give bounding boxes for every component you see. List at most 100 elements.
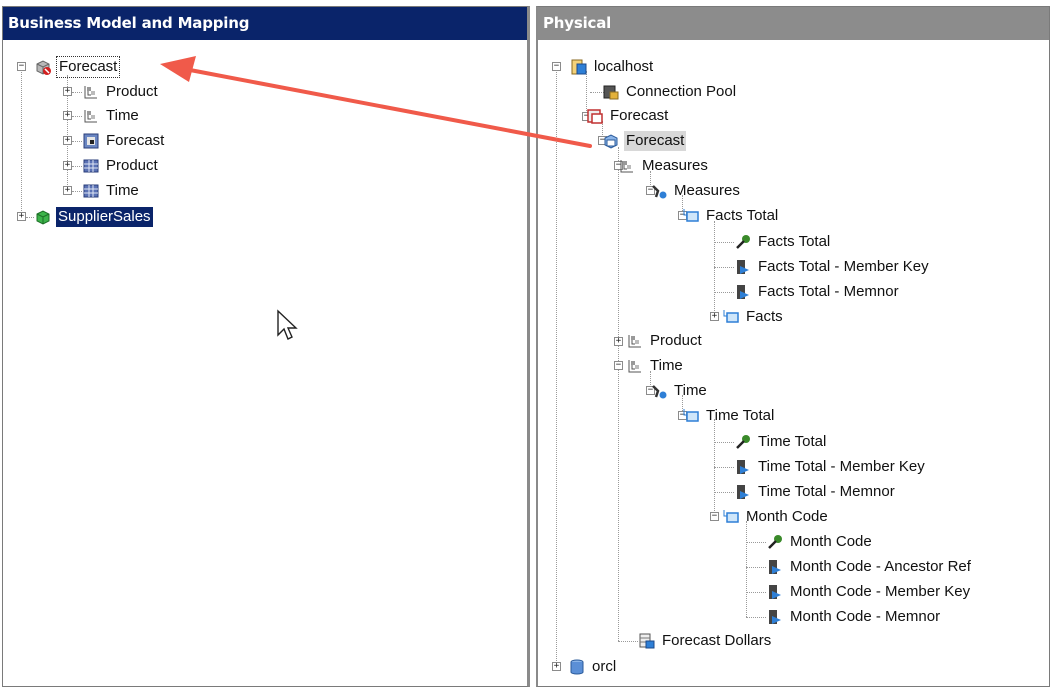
tree-item-measures-hierarchy[interactable]: Measures [650, 180, 742, 202]
dimension-icon [82, 83, 100, 101]
business-model-panel-title: Business Model and Mapping [3, 7, 527, 40]
tree-item-time-total-memnor[interactable]: Time Total - Memnor [734, 481, 897, 503]
logical-table-icon [82, 157, 100, 175]
collapse-localhost-toggle[interactable]: − [552, 62, 561, 71]
tree-item-supplier-sales[interactable]: SupplierSales [34, 206, 153, 228]
expand-time-table-toggle[interactable]: + [63, 186, 72, 195]
tree-item-label: Measures [674, 182, 740, 199]
database-server-icon [570, 58, 588, 76]
business-model-disabled-icon [34, 58, 52, 76]
tree-item-label: Product [650, 332, 702, 349]
logical-table-icon [82, 182, 100, 200]
expand-product-toggle[interactable]: + [614, 337, 623, 346]
tree-item-month-code-member-key[interactable]: Month Code - Member Key [766, 581, 972, 603]
expand-orcl-toggle[interactable]: + [552, 662, 561, 671]
expand-product-dim-toggle[interactable]: + [63, 87, 72, 96]
tree-item-localhost[interactable]: localhost [570, 56, 655, 78]
tree-item-product-dimension[interactable]: Product [626, 330, 704, 352]
tree-item-facts-total-level[interactable]: Facts Total [682, 205, 780, 227]
collapse-forecast-model-toggle[interactable]: − [17, 62, 26, 71]
tree-item-label: Time Total [706, 407, 775, 424]
tree-item-month-code-memnor[interactable]: Month Code - Memnor [766, 606, 942, 628]
tree-item-time-table[interactable]: Time [82, 180, 141, 202]
tree-item-month-code-ancestor-ref[interactable]: Month Code - Ancestor Ref [766, 556, 973, 578]
tree-item-facts-total-memnor[interactable]: Facts Total - Memnor [734, 281, 901, 303]
collapse-month-code-toggle[interactable]: − [710, 512, 719, 521]
tree-item-label: orcl [592, 658, 617, 675]
business-model-icon [34, 208, 52, 226]
cube-table-icon [638, 632, 656, 650]
column-icon [734, 483, 752, 501]
mouse-cursor-icon [277, 309, 298, 340]
dimension-icon [618, 157, 636, 175]
tree-item-facts-total-member-key[interactable]: Facts Total - Member Key [734, 256, 931, 278]
tree-item-forecast-database[interactable]: Forecast [586, 105, 670, 127]
hierarchy-icon [650, 382, 668, 400]
physical-panel-title: Physical [538, 7, 1049, 40]
tree-item-label: Time Total - Member Key [758, 458, 925, 475]
key-icon [734, 233, 752, 251]
tree-item-month-code-key[interactable]: Month Code [766, 531, 874, 553]
collapse-time-dim-toggle[interactable]: − [614, 361, 623, 370]
tree-item-time-dimension[interactable]: Time [82, 105, 141, 127]
tree-item-connection-pool[interactable]: Connection Pool [602, 81, 738, 103]
tree-item-product-table[interactable]: Product [82, 155, 160, 177]
tree-item-time-dimension[interactable]: Time [626, 355, 685, 377]
tree-item-label: Time [106, 182, 139, 199]
tree-item-label: SupplierSales [56, 207, 153, 227]
tree-item-time-total-member-key[interactable]: Time Total - Member Key [734, 456, 927, 478]
tree-item-label: Forecast Dollars [662, 632, 772, 649]
column-icon [734, 258, 752, 276]
tree-item-label: localhost [594, 58, 654, 75]
physical-panel: Physical − − − − − − + + − − − − + local… [536, 6, 1050, 687]
expand-time-dim-toggle[interactable]: + [63, 111, 72, 120]
expand-supplier-sales-toggle[interactable]: + [17, 212, 26, 221]
tree-item-label: Month Code - Ancestor Ref [790, 558, 971, 575]
tree-item-product-dimension[interactable]: Product [82, 81, 160, 103]
expand-forecast-table-toggle[interactable]: + [63, 136, 72, 145]
tree-item-time-total-level[interactable]: Time Total [682, 405, 776, 427]
tree-item-facts-total-key[interactable]: Facts Total [734, 231, 832, 253]
tree-item-label: Facts Total [706, 207, 779, 224]
tree-item-label: Facts Total [758, 233, 831, 250]
tree-item-label: Month Code [790, 533, 872, 550]
level-icon [722, 308, 740, 326]
connection-pool-icon [602, 83, 620, 101]
key-icon [734, 433, 752, 451]
tree-item-forecast-model[interactable]: Forecast [34, 56, 121, 78]
tree-item-forecast-table[interactable]: Forecast [82, 130, 166, 152]
tree-item-label: Month Code - Memnor [790, 608, 941, 625]
tree-item-label: Product [106, 157, 158, 174]
tree-item-forecast-catalog[interactable]: Forecast [602, 130, 687, 152]
tree-item-label: Facts [746, 308, 783, 325]
level-icon [682, 407, 700, 425]
tree-item-label: Forecast [56, 56, 121, 78]
tree-item-label: Facts Total - Memnor [758, 283, 899, 300]
tree-item-month-code-level[interactable]: Month Code [722, 506, 830, 528]
tree-item-time-hierarchy[interactable]: Time [650, 380, 709, 402]
column-icon [766, 583, 784, 601]
tree-item-label: Time Total [758, 433, 827, 450]
expand-product-table-toggle[interactable]: + [63, 161, 72, 170]
database-icon [586, 107, 604, 125]
fact-table-icon [82, 132, 100, 150]
tree-item-time-total-key[interactable]: Time Total [734, 431, 828, 453]
tree-item-label: Product [106, 83, 158, 100]
dimension-icon [82, 107, 100, 125]
tree-item-label: Forecast [106, 132, 165, 149]
tree-item-label: Measures [642, 157, 708, 174]
tree-item-orcl[interactable]: orcl [568, 656, 618, 678]
column-icon [734, 283, 752, 301]
column-icon [766, 608, 784, 626]
tree-item-label: Time [106, 107, 139, 124]
tree-item-measures-dimension[interactable]: Measures [618, 155, 710, 177]
tree-item-label: Forecast [624, 131, 687, 151]
tree-item-label: Month Code - Member Key [790, 583, 971, 600]
tree-item-label: Time Total - Memnor [758, 483, 895, 500]
column-icon [734, 458, 752, 476]
tree-item-forecast-dollars[interactable]: Forecast Dollars [638, 630, 773, 652]
column-icon [766, 558, 784, 576]
tree-item-facts-level[interactable]: Facts [722, 306, 785, 328]
expand-facts-toggle[interactable]: + [710, 312, 719, 321]
dimension-icon [626, 332, 644, 350]
